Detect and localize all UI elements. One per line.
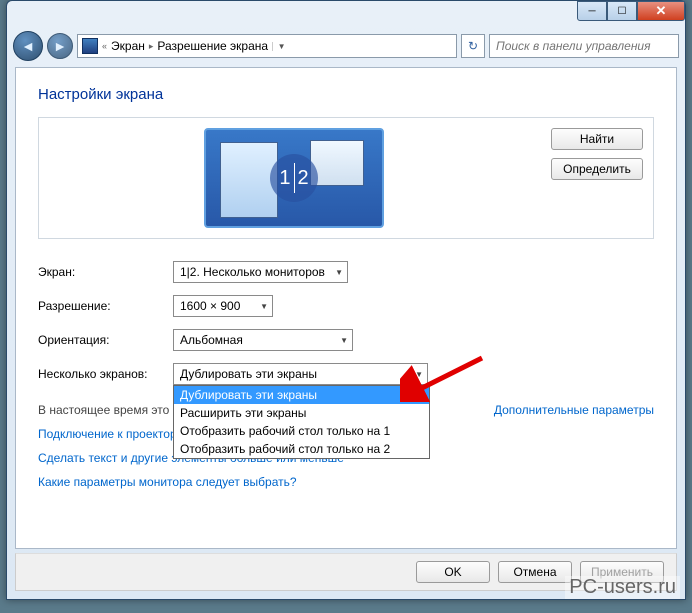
chevron-icon: «	[102, 41, 107, 51]
orientation-label: Ориентация:	[38, 333, 173, 347]
screen-select[interactable]: 1|2. Несколько мониторов▼	[173, 261, 348, 283]
watermark: PC-users.ru	[565, 576, 680, 599]
dropdown-option[interactable]: Отобразить рабочий стол только на 2	[174, 440, 429, 458]
ok-button[interactable]: OK	[416, 561, 490, 583]
monitor-preview[interactable]: 12	[204, 128, 384, 228]
address-bar[interactable]: « Экран ▸ Разрешение экрана ▼	[77, 34, 457, 58]
identify-button[interactable]: Определить	[551, 158, 643, 180]
chevron-icon: ▸	[149, 41, 154, 52]
page-title: Настройки экрана	[38, 86, 654, 103]
monitor-preview-panel: 12 Найти Определить	[38, 117, 654, 239]
cancel-button[interactable]: Отмена	[498, 561, 572, 583]
multiple-screens-dropdown: Дублировать эти экраны Расширить эти экр…	[173, 385, 430, 459]
refresh-button[interactable]: ↻	[461, 34, 485, 58]
chevron-down-icon: ▼	[329, 268, 343, 277]
multiple-label: Несколько экранов:	[38, 367, 173, 381]
dropdown-option[interactable]: Расширить эти экраны	[174, 404, 429, 422]
monitor-2-icon	[310, 140, 364, 186]
titlebar: ─ ☐ ✕	[7, 1, 685, 29]
control-panel-window: ─ ☐ ✕ ◄ ► « Экран ▸ Разрешение экрана ▼ …	[6, 0, 686, 600]
orientation-select[interactable]: Альбомная▼	[173, 329, 353, 351]
note-text: В настоящее время это	[38, 403, 169, 417]
chevron-down-icon: ▼	[334, 336, 348, 345]
advanced-link[interactable]: Дополнительные параметры	[494, 403, 654, 417]
multiple-screens-select[interactable]: Дублировать эти экраны▼ Дублировать эти …	[173, 363, 428, 385]
back-button[interactable]: ◄	[13, 31, 43, 61]
content-area: Настройки экрана 12 Найти Определить Экр…	[15, 67, 677, 549]
close-button[interactable]: ✕	[637, 1, 685, 21]
screen-label: Экран:	[38, 265, 173, 279]
minimize-button[interactable]: ─	[577, 1, 607, 21]
nav-bar: ◄ ► « Экран ▸ Разрешение экрана ▼ ↻	[7, 29, 685, 63]
breadcrumb-part[interactable]: Экран	[111, 39, 145, 53]
breadcrumb-part[interactable]: Разрешение экрана	[157, 39, 268, 53]
maximize-button[interactable]: ☐	[607, 1, 637, 21]
forward-button[interactable]: ►	[47, 33, 73, 59]
which-params-link[interactable]: Какие параметры монитора следует выбрать…	[38, 475, 297, 489]
resolution-label: Разрешение:	[38, 299, 173, 313]
monitor-number-badge: 12	[270, 154, 318, 202]
search-input[interactable]	[489, 34, 679, 58]
dropdown-option[interactable]: Отобразить рабочий стол только на 1	[174, 422, 429, 440]
projector-link[interactable]: Подключение к проектору	[38, 427, 183, 441]
chevron-down-icon: ▼	[254, 302, 268, 311]
dropdown-option[interactable]: Дублировать эти экраны	[174, 386, 429, 404]
address-dropdown-icon[interactable]: ▼	[272, 42, 286, 51]
find-button[interactable]: Найти	[551, 128, 643, 150]
chevron-down-icon: ▼	[409, 370, 423, 379]
resolution-select[interactable]: 1600 × 900▼	[173, 295, 273, 317]
control-panel-icon	[82, 38, 98, 54]
